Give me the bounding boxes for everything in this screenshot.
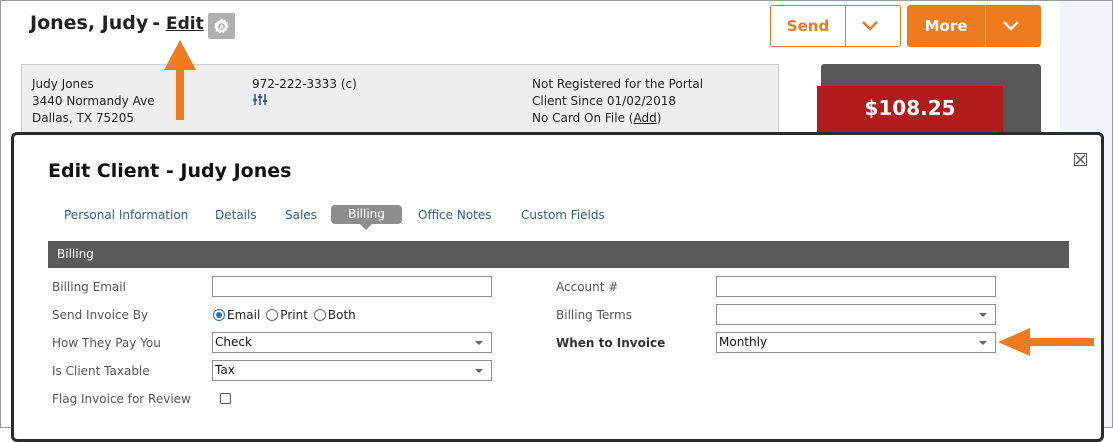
- phone-number: 972-222-3333 (c): [252, 77, 357, 91]
- radio-email-label: Email: [227, 308, 260, 322]
- dropdown-caret-icon: [979, 341, 987, 345]
- card-status: No Card On File (Add): [532, 111, 661, 125]
- when-to-invoice-label: When to Invoice: [556, 336, 665, 350]
- tab-billing[interactable]: Billing: [331, 205, 402, 224]
- callout-arrow-left: [998, 326, 1096, 358]
- tab-active-indicator: [360, 224, 372, 230]
- section-header-billing: Billing: [48, 241, 1069, 268]
- address-line2: Dallas, TX 75205: [32, 111, 134, 125]
- is-taxable-value: Tax: [215, 363, 235, 377]
- tab-office-notes[interactable]: Office Notes: [418, 208, 492, 222]
- when-to-invoice-value: Monthly: [719, 335, 767, 349]
- send-button-label: Send: [771, 6, 845, 46]
- tab-sales[interactable]: Sales: [285, 208, 317, 222]
- is-taxable-select[interactable]: Tax: [212, 360, 492, 381]
- modal-title: Edit Client - Judy Jones: [48, 160, 291, 182]
- gear-icon: A: [212, 17, 231, 36]
- tab-custom-fields[interactable]: Custom Fields: [521, 208, 605, 222]
- client-since: Client Since 01/02/2018: [532, 94, 676, 108]
- billing-email-label: Billing Email: [52, 280, 126, 294]
- when-to-invoice-select[interactable]: Monthly: [716, 332, 996, 353]
- add-card-link[interactable]: Add: [633, 111, 656, 125]
- flag-review-label: Flag Invoice for Review: [52, 392, 191, 406]
- radio-both[interactable]: [314, 309, 326, 321]
- tab-personal-information[interactable]: Personal Information: [64, 208, 188, 222]
- radio-email[interactable]: [213, 309, 225, 321]
- card-status-end: ): [657, 111, 662, 125]
- address-line1: 3440 Normandy Ave: [32, 94, 155, 108]
- radio-print-label: Print: [280, 308, 308, 322]
- more-button-divider: [985, 5, 986, 47]
- radio-option-print[interactable]: Print: [266, 308, 308, 322]
- portal-status: Not Registered for the Portal: [532, 77, 703, 91]
- how-they-pay-select[interactable]: Check: [212, 332, 492, 353]
- billing-email-input[interactable]: [212, 276, 492, 297]
- dropdown-caret-icon: [475, 369, 483, 373]
- page-title: Jones, Judy-: [30, 12, 164, 34]
- balance-amount: $108.25: [817, 96, 1003, 120]
- svg-text:A: A: [219, 25, 224, 31]
- is-taxable-label: Is Client Taxable: [52, 364, 150, 378]
- send-button[interactable]: Send: [770, 5, 901, 47]
- radio-option-email[interactable]: Email: [213, 308, 260, 322]
- dropdown-caret-icon: [475, 341, 483, 345]
- account-number-input[interactable]: [716, 276, 996, 297]
- billing-terms-label: Billing Terms: [556, 308, 632, 322]
- chevron-down-icon[interactable]: [861, 18, 879, 34]
- account-number-label: Account #: [556, 280, 618, 294]
- client-name-text: Jones, Judy: [30, 12, 148, 34]
- dropdown-caret-icon: [979, 313, 987, 317]
- send-invoice-by-group: Email Print Both: [213, 308, 362, 322]
- settings-badge[interactable]: A: [208, 13, 235, 39]
- radio-print[interactable]: [266, 309, 278, 321]
- title-separator: -: [152, 12, 160, 34]
- send-button-divider: [845, 6, 846, 46]
- edit-link[interactable]: Edit: [166, 14, 204, 34]
- tab-details[interactable]: Details: [215, 208, 257, 222]
- send-invoice-by-label: Send Invoice By: [52, 308, 148, 322]
- billing-terms-select[interactable]: [716, 304, 996, 325]
- more-button-label: More: [907, 5, 985, 47]
- radio-option-both[interactable]: Both: [314, 308, 356, 322]
- how-they-pay-value: Check: [215, 335, 252, 349]
- card-status-text: No Card On File (: [532, 111, 633, 125]
- edit-client-modal: Edit Client - Judy Jones Personal Inform…: [11, 132, 1104, 442]
- close-icon[interactable]: [1074, 153, 1087, 166]
- flag-review-checkbox[interactable]: [220, 393, 231, 404]
- callout-arrow-up: [160, 40, 200, 122]
- how-they-pay-label: How They Pay You: [52, 336, 161, 350]
- radio-both-label: Both: [328, 308, 356, 322]
- chevron-down-icon[interactable]: [1002, 18, 1020, 34]
- client-full-name: Judy Jones: [32, 77, 94, 91]
- more-button[interactable]: More: [907, 5, 1041, 47]
- sliders-icon[interactable]: [253, 93, 267, 106]
